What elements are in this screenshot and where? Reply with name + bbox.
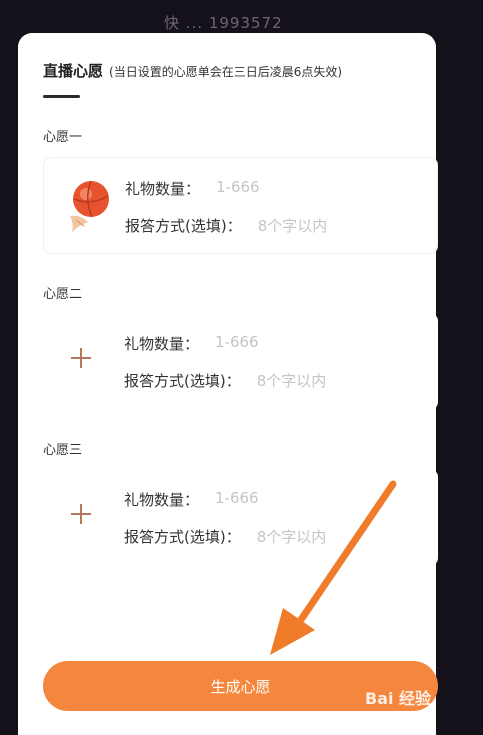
wish-2-reply-row[interactable]: 报答方式(选填)： 8个字以内 [124, 370, 326, 391]
wish-1-gift-count-row[interactable]: 礼物数量： 1-666 [125, 178, 260, 199]
reply-input[interactable]: 8个字以内 [257, 526, 327, 547]
plus-icon[interactable] [68, 501, 94, 527]
title-underline [43, 95, 80, 98]
wish-1-reply-row[interactable]: 报答方式(选填)： 8个字以内 [125, 215, 327, 236]
reply-label: 报答方式(选填)： [124, 372, 241, 390]
wish-1-card[interactable]: 礼物数量： 1-666 报答方式(选填)： 8个字以内 [43, 157, 438, 254]
wish-3-gift-count-row[interactable]: 礼物数量： 1-666 [124, 489, 259, 510]
wish-3-card[interactable]: 礼物数量： 1-666 报答方式(选填)： 8个字以内 [43, 469, 438, 566]
wish-panel: 直播心愿 (当日设置的心愿单会在三日后凌晨6点失效) 心愿一 礼物数量： 1-6… [18, 33, 438, 735]
wish-3-reply-row[interactable]: 报答方式(选填)： 8个字以内 [124, 526, 326, 547]
panel-header: 直播心愿 (当日设置的心愿单会在三日后凌晨6点失效) [43, 60, 342, 81]
wish-2-label: 心愿二 [43, 287, 83, 302]
gift-count-input[interactable]: 1-666 [215, 333, 259, 354]
wish-3-label: 心愿三 [43, 443, 83, 458]
reply-input[interactable]: 8个字以内 [258, 215, 328, 236]
wish-1-label: 心愿一 [43, 130, 83, 145]
top-strip-text: 快 ... 1993572 [164, 14, 283, 32]
reply-input[interactable]: 8个字以内 [257, 370, 327, 391]
panel-subtitle: (当日设置的心愿单会在三日后凌晨6点失效) [109, 65, 343, 79]
reply-label: 报答方式(选填)： [125, 217, 242, 235]
gift-count-label: 礼物数量： [124, 491, 200, 509]
wish-2-gift-count-row[interactable]: 礼物数量： 1-666 [124, 333, 259, 354]
panel-title: 直播心愿 [43, 62, 104, 80]
gift-basketball-icon [70, 180, 109, 232]
gift-count-input[interactable]: 1-666 [216, 178, 260, 199]
plus-icon[interactable] [68, 345, 94, 371]
watermark: Bai 经验 [365, 689, 432, 708]
wish-2-card[interactable]: 礼物数量： 1-666 报答方式(选填)： 8个字以内 [43, 313, 438, 410]
gift-count-label: 礼物数量： [125, 180, 201, 198]
reply-label: 报答方式(选填)： [124, 528, 241, 546]
gift-count-input[interactable]: 1-666 [215, 489, 259, 510]
gift-count-label: 礼物数量： [124, 335, 200, 353]
